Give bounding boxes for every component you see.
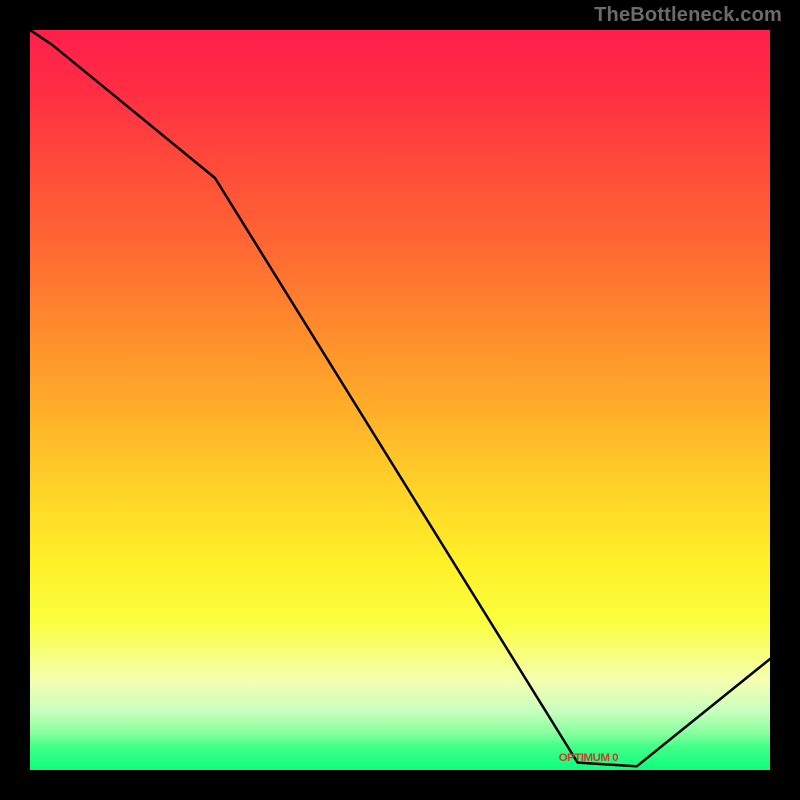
- bottleneck-curve: [30, 30, 770, 770]
- watermark-text: TheBottleneck.com: [594, 4, 782, 27]
- chart-frame: TheBottleneck.com OPTIMUM 0: [0, 0, 800, 800]
- plot-area: OPTIMUM 0: [30, 30, 770, 770]
- curve-polyline: [30, 30, 770, 766]
- optimum-label: OPTIMUM 0: [559, 752, 618, 764]
